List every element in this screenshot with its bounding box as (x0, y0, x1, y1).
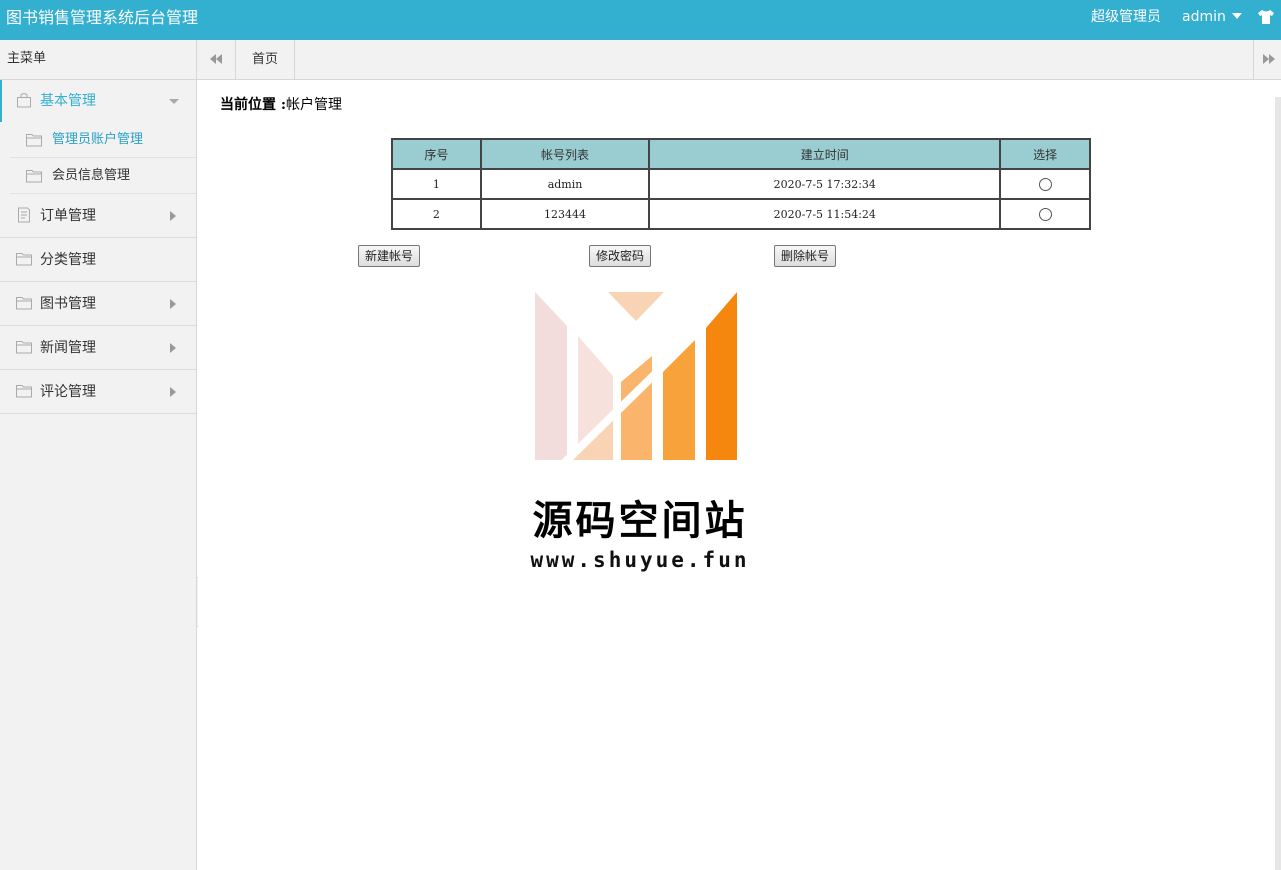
main-content: 当前位置 :帐户管理 序号 帐号列表 建立时间 选择 1 admin 2020-… (198, 80, 1275, 870)
cell-no: 2 (391, 198, 482, 230)
breadcrumb-label: 当前位置 : (220, 97, 287, 113)
folder-icon (16, 341, 32, 354)
menu-group-label: 基本管理 (40, 93, 96, 109)
watermark-name: 源码空间站 (532, 498, 748, 544)
cell-created: 2020-7-5 11:54:24 (648, 198, 1002, 230)
column-header-no: 序号 (391, 138, 482, 170)
menu-group-label: 评论管理 (40, 384, 96, 400)
menu-group-books[interactable]: 图书管理 (0, 282, 196, 326)
tab-scroll-right-button[interactable] (1253, 40, 1281, 79)
double-chevron-left-icon (210, 54, 222, 64)
sidebar-item-label: 会员信息管理 (52, 168, 131, 183)
select-radio[interactable] (1038, 207, 1052, 221)
chevron-right-icon (170, 299, 176, 309)
cell-created: 2020-7-5 17:32:34 (648, 168, 1002, 200)
tshirt-icon[interactable] (1257, 8, 1275, 26)
tab-bar: 首页 (197, 40, 1281, 80)
caret-down-icon (1231, 13, 1242, 19)
menu-group-label: 新闻管理 (40, 340, 96, 356)
role-label: 超级管理员 (1091, 9, 1161, 25)
column-header-created: 建立时间 (648, 138, 1002, 170)
cell-account: admin (479, 168, 651, 200)
delete-account-button[interactable]: 删除帐号 (774, 245, 837, 267)
table-row: 2 123444 2020-7-5 11:54:24 (391, 198, 1091, 230)
chevron-right-icon (170, 343, 176, 353)
cell-select (999, 198, 1091, 230)
folder-icon (26, 170, 42, 183)
cell-no: 1 (391, 168, 482, 200)
menu-group-news[interactable]: 新闻管理 (0, 326, 196, 370)
watermark-logo (535, 292, 737, 467)
tab-scroll-left-button[interactable] (197, 40, 236, 79)
column-header-account: 帐号列表 (479, 138, 651, 170)
folder-icon (16, 297, 32, 310)
top-header: 图书销售管理系统后台管理 超级管理员 admin (0, 0, 1281, 40)
cell-select (999, 168, 1091, 200)
double-chevron-right-icon (1263, 54, 1275, 64)
menu-group-label: 分类管理 (40, 252, 96, 268)
username: admin (1182, 9, 1226, 25)
folder-icon (16, 385, 32, 398)
bag-icon (17, 93, 31, 108)
sidebar-title: 主菜单 (0, 40, 196, 80)
menu-group-label: 图书管理 (40, 296, 96, 312)
menu-group-comments[interactable]: 评论管理 (0, 370, 196, 414)
sidebar: 主菜单 基本管理 管理员账户管理 会员信息管理 订单管理 分类管理 图书管理 新… (0, 40, 197, 870)
user-menu[interactable]: admin (1182, 0, 1242, 34)
sidebar-item-admin-accounts[interactable]: 管理员账户管理 (10, 122, 196, 158)
column-header-select: 选择 (999, 138, 1091, 170)
menu-group-orders[interactable]: 订单管理 (0, 194, 196, 238)
create-account-button[interactable]: 新建帐号 (358, 245, 421, 267)
content-scrollbar[interactable] (1275, 97, 1281, 870)
breadcrumb: 当前位置 :帐户管理 (220, 94, 342, 114)
tab-home[interactable]: 首页 (236, 40, 295, 79)
folder-icon (26, 134, 42, 147)
chevron-right-icon (170, 387, 176, 397)
sidebar-item-member-info[interactable]: 会员信息管理 (10, 158, 196, 194)
folder-icon (16, 253, 32, 266)
select-radio[interactable] (1038, 177, 1052, 191)
app-title: 图书销售管理系统后台管理 (6, 8, 199, 27)
cell-account: 123444 (479, 198, 651, 230)
menu-group-basic[interactable]: 基本管理 (0, 80, 196, 122)
table-row: 1 admin 2020-7-5 17:32:34 (391, 168, 1091, 200)
table-header-row: 序号 帐号列表 建立时间 选择 (391, 138, 1091, 170)
chevron-down-icon (169, 99, 179, 104)
change-password-button[interactable]: 修改密码 (589, 245, 652, 267)
menu-group-categories[interactable]: 分类管理 (0, 238, 196, 282)
accounts-table: 序号 帐号列表 建立时间 选择 1 admin 2020-7-5 17:32:3… (391, 138, 1091, 230)
menu-group-label: 订单管理 (40, 208, 96, 224)
chevron-right-icon (170, 211, 176, 221)
sidebar-item-label: 管理员账户管理 (52, 132, 144, 147)
document-icon (18, 207, 30, 223)
watermark-url: www.shuyue.fun (530, 548, 750, 572)
breadcrumb-current: 帐户管理 (286, 97, 343, 113)
